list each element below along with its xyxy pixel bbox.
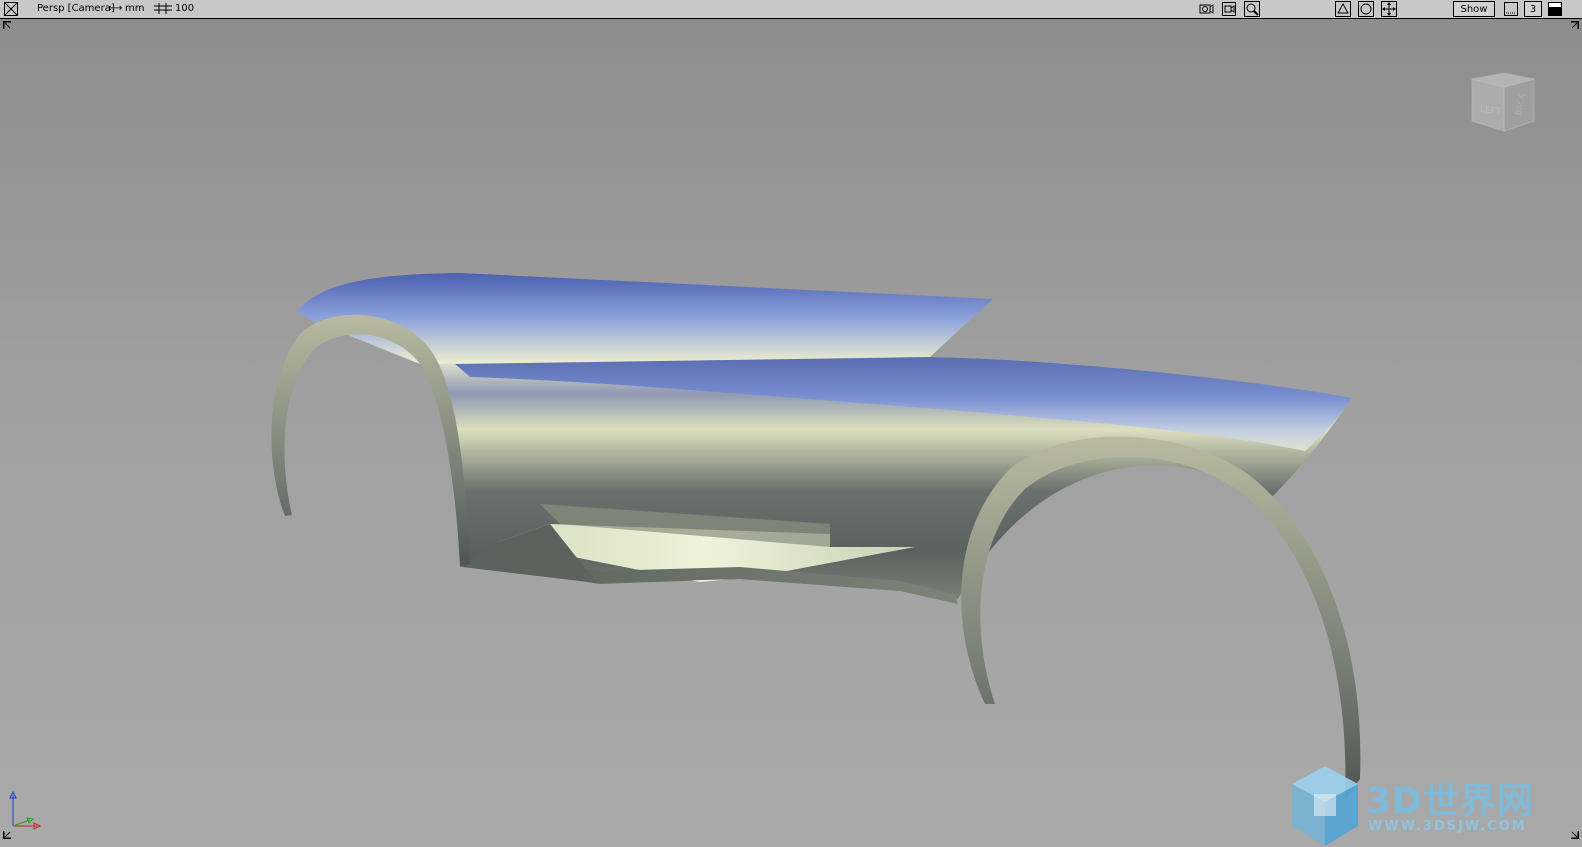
alias-viewport-window: Persp [Camera] ⟷ mm 100 Show 3 LEFT BACK… bbox=[0, 0, 1582, 847]
rear-deck-surface[interactable] bbox=[297, 273, 993, 364]
view-name-label: Persp [Camera] bbox=[37, 3, 115, 14]
watermark: 3D世界网 WWW.3DSJW.COM bbox=[1288, 764, 1558, 847]
camera-icon[interactable] bbox=[1198, 1, 1214, 17]
grid-icon bbox=[154, 3, 172, 17]
grid-size-label: 100 bbox=[175, 3, 195, 14]
car-body-surface-model[interactable] bbox=[0, 19, 1582, 847]
units-arrow-icon: ⟷ bbox=[108, 3, 123, 14]
zoom-icon[interactable] bbox=[1244, 1, 1260, 17]
viewport-title-bar: Persp [Camera] ⟷ mm 100 Show 3 bbox=[0, 0, 1582, 19]
frame-icon[interactable] bbox=[1358, 1, 1374, 17]
3d-viewport[interactable]: LEFT BACK 3D世界网 WWW.3DSJW.COM bbox=[0, 19, 1582, 847]
display-options-icon[interactable] bbox=[1503, 1, 1519, 17]
watermark-cube-logo-icon bbox=[1292, 766, 1358, 846]
front-wheel-arch[interactable] bbox=[961, 436, 1361, 799]
pan-move-icon[interactable] bbox=[1381, 1, 1397, 17]
camera-record-icon[interactable] bbox=[1221, 1, 1237, 17]
units-label: mm bbox=[125, 3, 145, 14]
view-cube[interactable]: LEFT BACK bbox=[1462, 69, 1542, 144]
close-viewport-icon[interactable] bbox=[3, 1, 19, 17]
maximize-icon[interactable] bbox=[1547, 1, 1563, 17]
show-button[interactable]: Show bbox=[1453, 1, 1495, 17]
watermark-url: WWW.3DSJW.COM bbox=[1368, 819, 1527, 834]
display-level-field[interactable]: 3 bbox=[1524, 1, 1542, 17]
watermark-title: 3D世界网 bbox=[1366, 781, 1534, 822]
front-view-icon[interactable] bbox=[1335, 1, 1351, 17]
axis-triad-icon bbox=[9, 790, 42, 830]
